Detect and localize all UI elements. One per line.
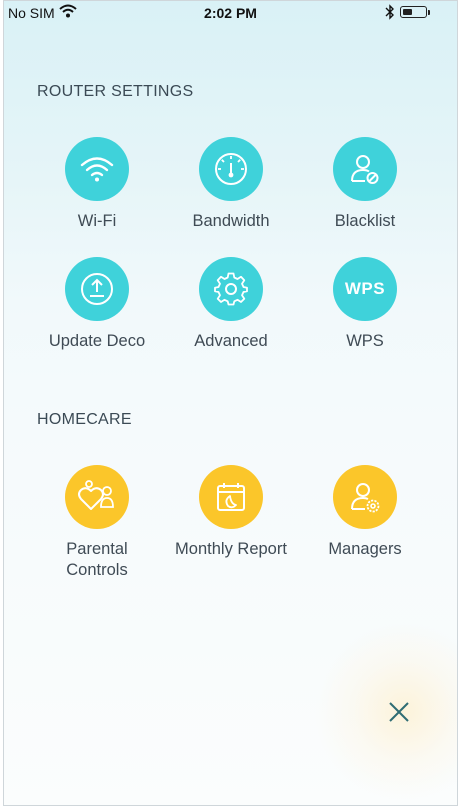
update-deco-label: Update Deco xyxy=(48,332,146,350)
blacklist-label: Blacklist xyxy=(334,212,396,230)
battery-icon xyxy=(400,6,427,18)
managers-tile[interactable]: Managers xyxy=(290,465,440,560)
menu-screen: No SIM 2:02 PM ROUTER SETTINGS Wi-Fi Ban… xyxy=(3,0,458,806)
wps-tile[interactable]: WPS WPS xyxy=(290,257,440,352)
parental-controls-button[interactable] xyxy=(65,465,129,529)
bluetooth-icon xyxy=(385,4,394,20)
parental-controls-label: Parental Controls xyxy=(66,540,128,579)
close-button[interactable] xyxy=(379,692,419,732)
router-settings-title: ROUTER SETTINGS xyxy=(37,83,194,100)
bandwidth-tile[interactable]: Bandwidth xyxy=(156,137,306,232)
blacklist-button[interactable] xyxy=(333,137,397,201)
bandwidth-button[interactable] xyxy=(199,137,263,201)
monthly-report-label: Monthly Report xyxy=(175,540,287,558)
advanced-label: Advanced xyxy=(194,332,268,350)
gear-icon xyxy=(214,272,248,306)
managers-label: Managers xyxy=(328,540,402,558)
speedometer-icon xyxy=(215,153,247,185)
update-deco-button[interactable] xyxy=(65,257,129,321)
wps-button[interactable]: WPS xyxy=(333,257,397,321)
parental-controls-tile[interactable]: Parental Controls xyxy=(22,465,172,581)
homecare-title: HOMECARE xyxy=(37,411,132,428)
wps-icon: WPS xyxy=(344,279,386,298)
bandwidth-label: Bandwidth xyxy=(192,212,270,230)
upload-icon xyxy=(81,273,113,305)
wifi-button[interactable] xyxy=(65,137,129,201)
status-bar: No SIM 2:02 PM xyxy=(4,1,457,25)
wps-label: WPS xyxy=(346,332,384,350)
update-deco-tile[interactable]: Update Deco xyxy=(22,257,172,352)
monthly-report-tile[interactable]: Monthly Report xyxy=(156,465,306,560)
user-gear-icon xyxy=(351,483,380,513)
advanced-button[interactable] xyxy=(199,257,263,321)
parental-icon xyxy=(78,480,114,510)
wifi-icon xyxy=(80,157,114,182)
calendar-report-icon xyxy=(217,483,245,511)
monthly-report-button[interactable] xyxy=(199,465,263,529)
user-blocked-icon xyxy=(351,155,379,184)
wifi-tile[interactable]: Wi-Fi xyxy=(22,137,172,232)
battery-tip xyxy=(428,10,430,15)
close-icon xyxy=(389,702,409,722)
wifi-label: Wi-Fi xyxy=(77,212,117,230)
blacklist-tile[interactable]: Blacklist xyxy=(290,137,440,232)
advanced-tile[interactable]: Advanced xyxy=(156,257,306,352)
managers-button[interactable] xyxy=(333,465,397,529)
